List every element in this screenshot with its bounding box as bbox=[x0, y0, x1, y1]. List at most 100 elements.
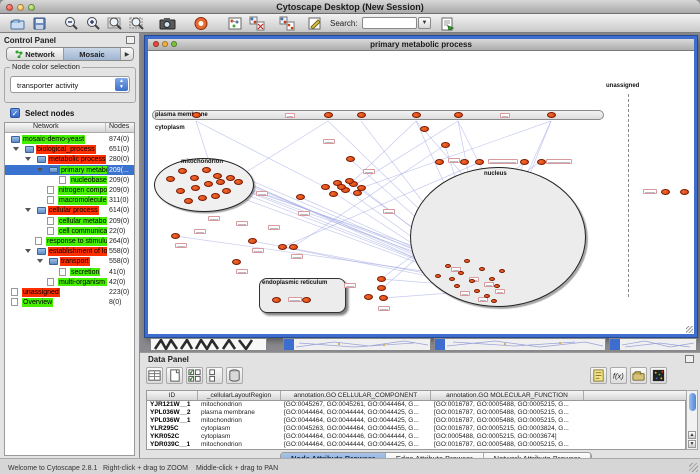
tab-network[interactable]: Network bbox=[7, 48, 64, 60]
network-node[interactable] bbox=[494, 284, 500, 288]
network-node[interactable] bbox=[353, 190, 362, 196]
table-cell[interactable]: cytoplasm bbox=[198, 425, 281, 433]
expander-icon[interactable] bbox=[25, 157, 31, 161]
table-column-header[interactable]: ID bbox=[147, 391, 198, 401]
network-node[interactable] bbox=[499, 269, 505, 273]
network-node[interactable] bbox=[176, 188, 185, 194]
network-node[interactable] bbox=[216, 179, 225, 185]
background-window-sliver[interactable] bbox=[434, 338, 606, 351]
network-node[interactable] bbox=[377, 285, 386, 291]
table-cell[interactable]: [GO:0044464, GO:0044446, GO:0044444, G..… bbox=[281, 433, 431, 441]
open-icon[interactable] bbox=[8, 16, 26, 31]
float-panel-icon[interactable] bbox=[685, 355, 694, 363]
network-node[interactable] bbox=[454, 112, 463, 118]
network-node[interactable] bbox=[278, 244, 287, 250]
tree-row[interactable]: nitrogen compo209(0) bbox=[5, 185, 134, 195]
network-node[interactable] bbox=[222, 188, 231, 194]
zoom-out-icon[interactable] bbox=[62, 16, 80, 31]
show-all-icon[interactable] bbox=[278, 16, 296, 31]
network-node[interactable] bbox=[377, 276, 386, 282]
expander-icon[interactable] bbox=[13, 147, 19, 151]
snapshot-icon[interactable] bbox=[158, 16, 176, 31]
table-cell[interactable]: [GO:0044464, GO:0044444, GO:0044425, G..… bbox=[281, 417, 431, 425]
network-node[interactable] bbox=[420, 126, 429, 132]
network-node[interactable] bbox=[226, 175, 235, 181]
table-cell[interactable]: YDR039C__1 bbox=[147, 441, 198, 449]
expander-icon[interactable] bbox=[25, 208, 31, 212]
tree-row[interactable]: Overview8(0) bbox=[5, 297, 134, 307]
search-dropdown-icon[interactable]: ▼ bbox=[418, 17, 431, 29]
network-node[interactable] bbox=[479, 267, 485, 271]
network-view-window[interactable]: primary metabolic process plasma membran… bbox=[145, 36, 697, 337]
network-node[interactable] bbox=[232, 259, 241, 265]
table-cell[interactable]: YKR052C bbox=[147, 433, 198, 441]
network-node[interactable] bbox=[484, 294, 490, 298]
network-node[interactable] bbox=[198, 195, 207, 201]
zoom-fit-icon[interactable] bbox=[106, 16, 124, 31]
network-node[interactable] bbox=[171, 233, 180, 239]
node-color-dropdown[interactable]: transporter activity ▲▼ bbox=[10, 76, 130, 93]
tree-row[interactable]: nucleobase-209(0) bbox=[5, 175, 134, 185]
network-node[interactable] bbox=[441, 142, 450, 148]
table-cell[interactable]: [GO:0016787, GO:0005488, GO:0005215, G..… bbox=[431, 409, 584, 417]
network-node[interactable] bbox=[364, 294, 373, 300]
zoom-in-icon[interactable] bbox=[84, 16, 102, 31]
table-cell[interactable]: YJR121W__1 bbox=[147, 401, 198, 409]
network-node[interactable] bbox=[178, 168, 187, 174]
network-node[interactable] bbox=[412, 112, 421, 118]
scroll-down-icon[interactable]: ▼ bbox=[688, 440, 696, 448]
table-cell[interactable]: mitochondrion bbox=[198, 401, 281, 409]
table-cell[interactable]: [GO:0045263, GO:0044464, GO:0044455, G..… bbox=[281, 425, 431, 433]
network-node[interactable] bbox=[191, 185, 200, 191]
table-cell[interactable]: [GO:0045267, GO:0045261, GO:0044464, G..… bbox=[281, 401, 431, 409]
annotation-icon[interactable] bbox=[306, 16, 324, 31]
delete-attribute-icon[interactable] bbox=[226, 367, 243, 384]
table-scrollbar[interactable]: ▲ ▼ bbox=[686, 390, 698, 450]
zoom-selected-icon[interactable] bbox=[128, 16, 146, 31]
window-resize-grip[interactable] bbox=[686, 326, 693, 333]
table-column-header[interactable]: _cellularLayoutRegion bbox=[198, 391, 281, 401]
network-node[interactable] bbox=[345, 178, 354, 184]
network-node[interactable] bbox=[234, 179, 243, 185]
network-node[interactable] bbox=[489, 277, 495, 281]
tree-row[interactable]: secretion41(0) bbox=[5, 267, 134, 277]
search-input[interactable] bbox=[362, 17, 417, 29]
expander-icon[interactable] bbox=[25, 249, 31, 253]
network-node[interactable] bbox=[680, 189, 689, 195]
float-panel-icon[interactable] bbox=[126, 36, 135, 44]
unselect-attributes-icon[interactable] bbox=[206, 367, 223, 384]
tree-row[interactable]: establishment of lo558(0) bbox=[5, 246, 134, 256]
network-window-titlebar[interactable]: primary metabolic process bbox=[148, 39, 694, 51]
new-attribute-icon[interactable] bbox=[166, 367, 183, 384]
network-node[interactable] bbox=[346, 156, 355, 162]
network-canvas[interactable]: plasma membrane cytoplasm mitochondrion … bbox=[148, 51, 694, 334]
network-node[interactable] bbox=[166, 176, 175, 182]
table-cell[interactable]: cytoplasm bbox=[198, 433, 281, 441]
tree-row[interactable]: primary metabo209(... bbox=[5, 165, 134, 175]
network-node[interactable] bbox=[458, 271, 464, 275]
tree-row[interactable]: unassigned223(0) bbox=[5, 287, 134, 297]
network-node[interactable] bbox=[302, 297, 311, 303]
tree-row[interactable]: cell communicat22(0) bbox=[5, 226, 134, 236]
table-cell[interactable]: plasma membrane bbox=[198, 409, 281, 417]
network-node[interactable] bbox=[357, 112, 366, 118]
save-icon[interactable] bbox=[30, 16, 48, 31]
network-node[interactable] bbox=[661, 189, 670, 195]
tab-overflow-icon[interactable]: ▶ bbox=[121, 48, 133, 60]
background-window-sliver[interactable] bbox=[609, 338, 697, 351]
table-cell[interactable]: [GO:0016787, GO:0005488, GO:0005215, G..… bbox=[431, 417, 584, 425]
network-node[interactable] bbox=[337, 184, 346, 190]
network-node[interactable] bbox=[321, 184, 330, 190]
network-node[interactable] bbox=[211, 193, 220, 199]
expander-icon[interactable] bbox=[37, 259, 43, 263]
network-node[interactable] bbox=[379, 295, 388, 301]
tree-row[interactable]: response to stimulu264(0) bbox=[5, 236, 134, 246]
table-cell[interactable]: mitochondrion bbox=[198, 441, 281, 449]
network-node[interactable] bbox=[184, 198, 193, 204]
tree-row[interactable]: biological_process651(0) bbox=[5, 144, 134, 154]
table-cell[interactable]: mitochondrion bbox=[198, 417, 281, 425]
network-node[interactable] bbox=[449, 277, 455, 281]
tree-row[interactable]: multi-organism pro42(0) bbox=[5, 277, 134, 287]
network-node[interactable] bbox=[248, 238, 257, 244]
tree-row[interactable]: mosaic-demo-yeast874(0) bbox=[5, 134, 134, 144]
